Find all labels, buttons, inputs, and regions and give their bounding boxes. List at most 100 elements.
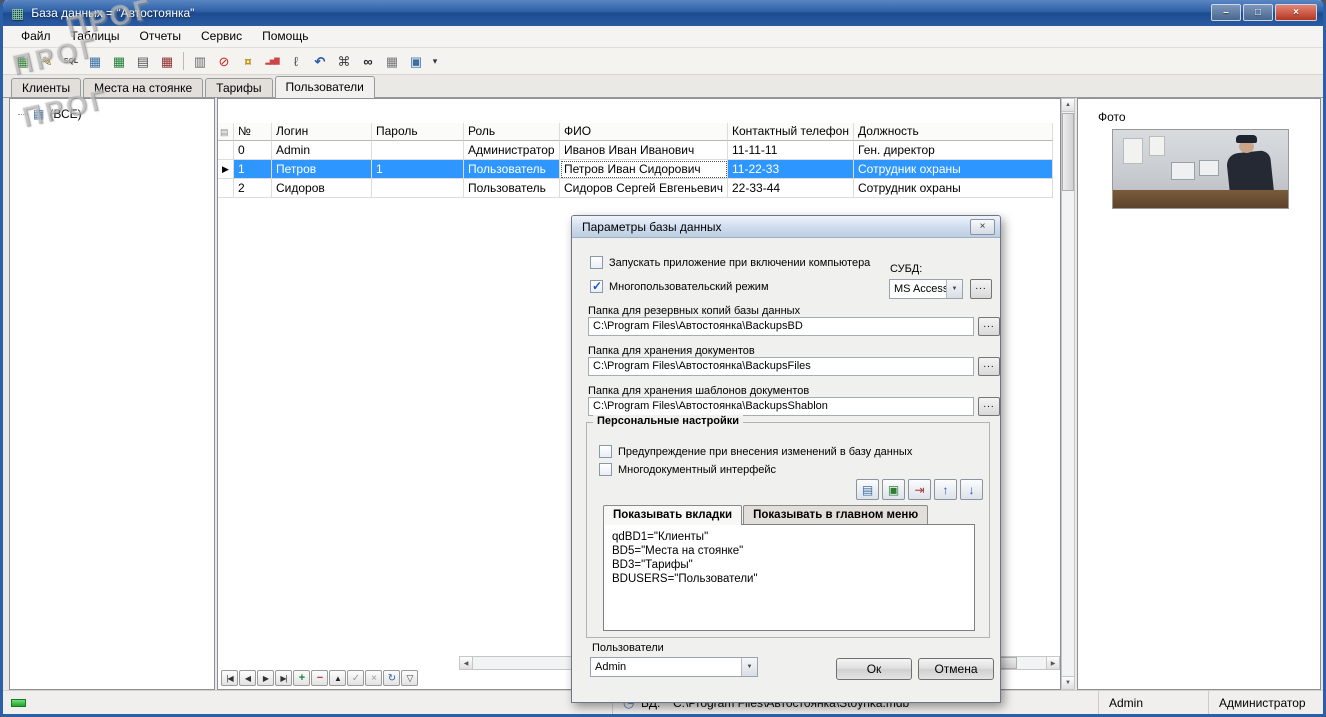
settings-button[interactable]: ▣ (404, 50, 428, 72)
nav-filter-button[interactable]: ▽ (401, 670, 418, 686)
ok-button[interactable]: Ок (836, 658, 912, 680)
grid-cell[interactable]: Пользователь (464, 179, 560, 198)
export-settings-button[interactable]: ▤ (856, 479, 879, 500)
minimize-button[interactable]: – (1211, 4, 1241, 21)
nav-refresh-button[interactable]: ↻ (383, 670, 400, 686)
print-table-button[interactable]: ▤ (131, 50, 155, 72)
grid-cell[interactable]: Иванов Иван Иванович (560, 141, 728, 160)
grid-cell[interactable]: Сотрудник охраны (854, 160, 1053, 179)
list-item[interactable]: BD3="Тарифы" (612, 558, 966, 572)
dropdown-arrow-icon[interactable] (741, 658, 757, 676)
col-header-phone[interactable]: Контактный телефон (728, 123, 854, 141)
autostart-checkbox[interactable] (590, 256, 603, 269)
templates-folder-browse-button[interactable]: ... (978, 397, 1000, 416)
grid-cell[interactable] (372, 141, 464, 160)
toolbar-more-button[interactable]: ▾ (428, 50, 442, 72)
scroll-left-icon[interactable]: ◀ (460, 657, 473, 669)
move-down-button[interactable]: ↓ (960, 479, 983, 500)
warn-checkbox[interactable] (599, 445, 612, 458)
users-select[interactable]: Admin (590, 657, 758, 677)
list-item[interactable]: BDUSERS="Пользователи" (612, 572, 966, 586)
chart-button[interactable]: ▂▅▇ (260, 50, 284, 72)
grid-cell[interactable]: 0 (234, 141, 272, 160)
col-header-position[interactable]: Должность (854, 123, 1053, 141)
calendar-button[interactable]: ▦ (380, 50, 404, 72)
nav-delete-button[interactable]: − (311, 670, 328, 686)
nav-post-button[interactable]: ✓ (347, 670, 364, 686)
grid-cell-focused[interactable]: Петров Иван Сидорович (560, 160, 728, 179)
backup-folder-input[interactable]: C:\Program Files\Автостоянка\BackupsBD (588, 317, 974, 336)
templates-folder-input[interactable]: C:\Program Files\Автостоянка\BackupsShab… (588, 397, 974, 416)
menu-service[interactable]: Сервис (191, 26, 252, 47)
dropdown-arrow-icon[interactable] (946, 280, 962, 298)
grid-cell[interactable]: Сидоров Сергей Евгеньевич (560, 179, 728, 198)
grid-cell[interactable]: Ген. директор (854, 141, 1053, 160)
tab-clients[interactable]: Клиенты (11, 78, 82, 97)
dbms-browse-button[interactable]: ... (970, 279, 992, 299)
scroll-up-icon[interactable]: ▲ (1062, 99, 1074, 112)
cancel-button[interactable]: Отмена (918, 658, 994, 680)
grid-cell[interactable]: Сидоров (272, 179, 372, 198)
new-table-button[interactable]: ▦ (11, 50, 35, 72)
dbms-select[interactable]: MS Access (889, 279, 963, 299)
nav-next-button[interactable]: ▶ (257, 670, 274, 686)
menu-reports[interactable]: Отчеты (130, 26, 191, 47)
grid-cell[interactable] (372, 179, 464, 198)
menu-file[interactable]: Файл (11, 26, 61, 47)
grid-cell[interactable]: Сотрудник охраны (854, 179, 1053, 198)
close-button[interactable]: × (1275, 4, 1317, 21)
col-header-fio[interactable]: ФИО (560, 123, 728, 141)
col-header-password[interactable]: Пароль (372, 123, 464, 141)
save-settings-button[interactable]: ▣ (882, 479, 905, 500)
dialog-close-button[interactable]: × (970, 219, 995, 235)
col-header-num[interactable]: № (234, 123, 272, 141)
col-header-login[interactable]: Логин (272, 123, 372, 141)
scrollbar-thumb[interactable] (1062, 113, 1074, 191)
mdi-checkbox[interactable] (599, 463, 612, 476)
undo-button[interactable]: ↶ (308, 50, 332, 72)
payments-button[interactable]: ¤ (236, 50, 260, 72)
tree-node-all[interactable]: ▦ (ВСЕ) (10, 99, 214, 121)
nav-insert-button[interactable]: + (293, 670, 310, 686)
nav-first-button[interactable]: |◀ (221, 670, 238, 686)
nav-prior-button[interactable]: ◀ (239, 670, 256, 686)
clock-button[interactable]: ⊘ (212, 50, 236, 72)
table-row[interactable]: 2 Сидоров Пользователь Сидоров Сергей Ев… (218, 179, 1053, 198)
search-button[interactable]: ∞ (356, 50, 380, 72)
attachment-button[interactable]: ℓ (284, 50, 308, 72)
nav-last-button[interactable]: ▶| (275, 670, 292, 686)
backup-folder-browse-button[interactable]: ... (978, 317, 1000, 336)
scroll-right-icon[interactable]: ▶ (1046, 657, 1059, 669)
tabs-list[interactable]: qdBD1="Клиенты" BD5="Места на стоянке" B… (603, 524, 975, 631)
grid-cell[interactable]: Пользователь (464, 160, 560, 179)
list-item[interactable]: BD5="Места на стоянке" (612, 544, 966, 558)
scroll-down-icon[interactable]: ▼ (1062, 676, 1074, 689)
apply-settings-button[interactable]: ⇥ (908, 479, 931, 500)
nav-edit-button[interactable]: ▲ (329, 670, 346, 686)
grid-cell[interactable]: 11-11-11 (728, 141, 854, 160)
dialog-titlebar[interactable]: Параметры базы данных (572, 216, 1000, 238)
documents-folder-input[interactable]: C:\Program Files\Автостоянка\BackupsFile… (588, 357, 974, 376)
grid-cell[interactable]: Admin (272, 141, 372, 160)
export-excel-button[interactable]: ▦ (107, 50, 131, 72)
tab-users[interactable]: Пользователи (274, 76, 375, 98)
menu-tables[interactable]: Таблицы (61, 26, 130, 47)
vertical-scrollbar[interactable]: ▲ ▼ (1061, 98, 1075, 690)
tab-tariffs[interactable]: Тарифы (205, 78, 273, 97)
sql-query-button[interactable]: SQL (59, 50, 83, 72)
grid-cell[interactable]: Администратор (464, 141, 560, 160)
nav-cancel-button[interactable]: × (365, 670, 382, 686)
open-table-button[interactable]: ▦ (83, 50, 107, 72)
grid-cell[interactable]: 11-22-33 (728, 160, 854, 179)
documents-folder-browse-button[interactable]: ... (978, 357, 1000, 376)
move-up-button[interactable]: ↑ (934, 479, 957, 500)
menu-help[interactable]: Помощь (252, 26, 318, 47)
structure-button[interactable]: ⌘ (332, 50, 356, 72)
grid-cell[interactable]: Петров (272, 160, 372, 179)
grid-cell[interactable]: 1 (234, 160, 272, 179)
grid-cell[interactable]: 22-33-44 (728, 179, 854, 198)
grid-cell[interactable]: 2 (234, 179, 272, 198)
multiuser-checkbox[interactable] (590, 279, 603, 293)
edit-table-button[interactable]: ✎ (35, 50, 59, 72)
dialog-tab-show-in-main-menu[interactable]: Показывать в главном меню (743, 505, 929, 524)
